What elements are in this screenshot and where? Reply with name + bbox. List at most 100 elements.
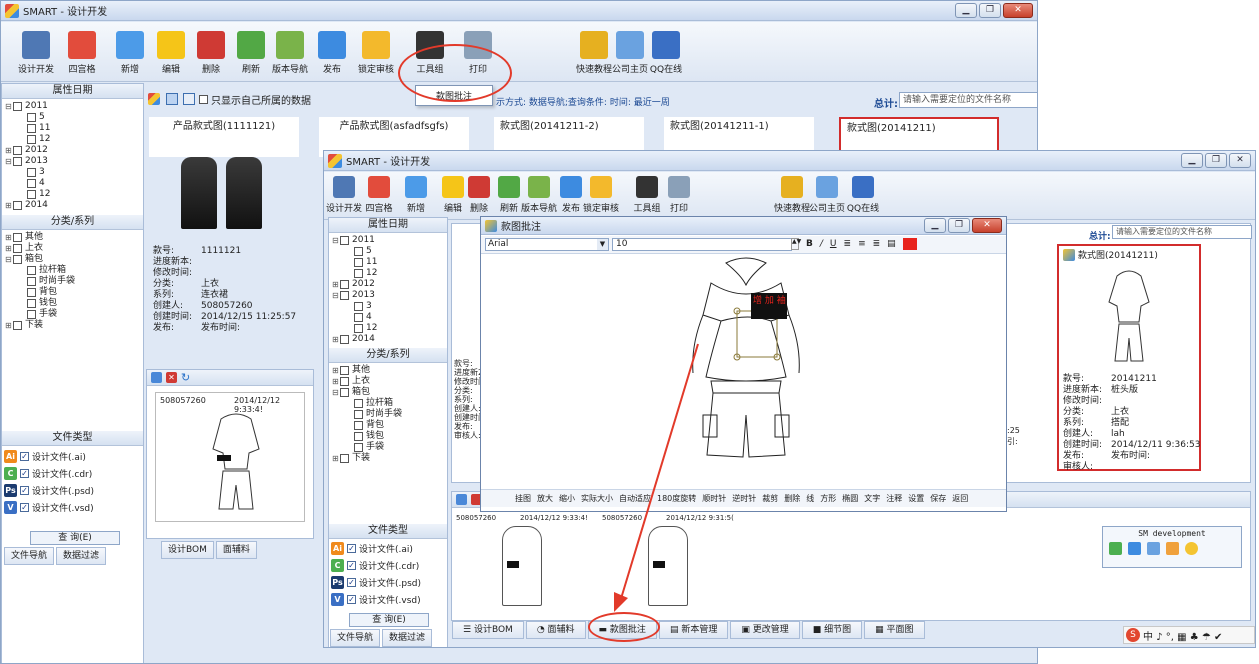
query-button[interactable]: 查 询(E) xyxy=(30,531,120,545)
tree-checkbox[interactable] xyxy=(354,247,363,256)
toolbar-button[interactable]: 锁定审核 xyxy=(351,31,401,75)
bottom-tab[interactable]: ◔ 面辅料 xyxy=(525,621,586,639)
date-tree[interactable]: ⊟ 2011 5 11 12 ⊞ 2012 ⊟ 2013 3 4 12 ⊞ 2014 xyxy=(2,99,143,213)
tree-item[interactable]: 钱包 xyxy=(332,431,444,442)
dialog-tool-button[interactable]: 保存 xyxy=(930,493,946,504)
tree-checkbox[interactable] xyxy=(340,280,349,289)
dialog-tool-button[interactable]: 裁剪 xyxy=(762,493,778,504)
tree-item[interactable]: 时尚手袋 xyxy=(332,409,444,420)
align-center-icon[interactable]: ≡ xyxy=(858,239,866,249)
toolbar-button[interactable]: QQ在线 xyxy=(838,176,888,214)
tree-item[interactable]: 4 xyxy=(5,178,140,189)
tree-checkbox[interactable] xyxy=(27,124,36,133)
expander-icon[interactable]: ⊟ xyxy=(332,235,340,246)
dialog-tool-button[interactable]: 返回 xyxy=(952,493,968,504)
dialog-tool-button[interactable]: 逆时针 xyxy=(732,493,756,504)
tree-checkbox[interactable] xyxy=(13,201,22,210)
align-left-icon[interactable]: ≣ xyxy=(844,239,852,249)
check-icon[interactable] xyxy=(1128,542,1141,555)
document-icon[interactable] xyxy=(1166,542,1179,555)
tab-data-filter[interactable]: 数据过滤 xyxy=(382,629,433,647)
add-annotation-icon[interactable] xyxy=(151,372,162,383)
tree-checkbox[interactable] xyxy=(340,335,349,344)
filetype-item[interactable]: V ✓ 设计文件(.vsd) xyxy=(331,591,447,608)
font-name-select[interactable]: Arial ▼ xyxy=(485,238,609,251)
close-button[interactable]: ✕ xyxy=(1229,153,1251,168)
tree-checkbox[interactable] xyxy=(13,233,22,242)
filetype-checkbox[interactable]: ✓ xyxy=(347,561,356,570)
bottom-tab[interactable]: ☰ 设计BOM xyxy=(452,621,524,639)
bottom-tab[interactable]: ■ 细节图 xyxy=(801,621,863,639)
tree-item[interactable]: ⊟ 2011 xyxy=(332,235,444,246)
tree-checkbox[interactable] xyxy=(354,258,363,267)
tree-item[interactable]: 5 xyxy=(332,246,444,257)
search-input[interactable]: 请输入需要定位的文件名称 xyxy=(899,92,1037,108)
home-icon[interactable] xyxy=(1147,542,1160,555)
expander-icon[interactable]: ⊟ xyxy=(5,156,13,167)
tree-checkbox[interactable] xyxy=(354,443,363,452)
tree-checkbox[interactable] xyxy=(13,321,22,330)
annotation-thumb[interactable]: 508057260 2014/12/12 9:33:4! xyxy=(155,392,305,522)
tree-checkbox[interactable] xyxy=(354,421,363,430)
tree-item[interactable]: ⊞ 2012 xyxy=(5,145,140,156)
filetype-checkbox[interactable]: ✓ xyxy=(347,544,356,553)
tree-checkbox[interactable] xyxy=(354,399,363,408)
annotation-text[interactable]: 增 加 袖 xyxy=(753,295,787,307)
own-data-filter[interactable]: 只显示自己所属的数据 xyxy=(199,92,311,107)
tree-item[interactable]: 11 xyxy=(5,123,140,134)
filetype-item[interactable]: Ps ✓ 设计文件(.psd) xyxy=(331,574,447,591)
tree-item[interactable]: ⊟ 2011 xyxy=(5,101,140,112)
filetype-checkbox[interactable]: ✓ xyxy=(347,578,356,587)
tree-item[interactable]: ⊟ 箱包 xyxy=(5,254,140,265)
ime-bar[interactable]: S 中 ♪ °, ▦ ♣ ☂ ✔ xyxy=(1123,626,1255,644)
font-size-spinner[interactable]: ▲▼ xyxy=(791,238,801,250)
view-detail-icon[interactable] xyxy=(183,93,195,105)
underline-button[interactable]: U xyxy=(830,239,837,249)
maximize-button[interactable]: ❐ xyxy=(948,218,970,233)
tree-item[interactable]: 手袋 xyxy=(5,309,140,320)
refresh-icon[interactable]: ↻ xyxy=(181,372,190,383)
toolbar-button[interactable]: 打印 xyxy=(654,176,704,214)
italic-button[interactable]: / xyxy=(820,239,823,249)
tree-item[interactable]: 12 xyxy=(332,323,444,334)
tree-item[interactable]: 5 xyxy=(5,112,140,123)
tree-checkbox[interactable] xyxy=(27,168,36,177)
tree-item[interactable]: 拉杆箱 xyxy=(332,398,444,409)
bottom-tab[interactable]: ▦ 平面图 xyxy=(864,621,925,639)
tree-item[interactable]: ⊟ 2013 xyxy=(332,290,444,301)
expander-icon[interactable]: ⊟ xyxy=(5,101,13,112)
tree-item[interactable]: 12 xyxy=(5,189,140,200)
tree-checkbox[interactable] xyxy=(27,266,36,275)
tree-checkbox[interactable] xyxy=(340,454,349,463)
minimize-button[interactable]: ▁ xyxy=(955,3,977,18)
tree-checkbox[interactable] xyxy=(340,291,349,300)
filetype-checkbox[interactable]: ✓ xyxy=(20,452,29,461)
expander-icon[interactable]: ⊞ xyxy=(332,453,340,464)
category-tree[interactable]: ⊞ 其他 ⊞ 上衣 ⊟ 箱包 拉杆箱 时尚手袋 背包 钱包 手袋 ⊞ 下装 xyxy=(2,230,143,333)
expander-icon[interactable]: ⊞ xyxy=(5,145,13,156)
tab-file-nav[interactable]: 文件导航 xyxy=(4,547,55,565)
status-icon-1[interactable] xyxy=(1109,542,1122,555)
expander-icon[interactable]: ⊞ xyxy=(332,376,340,387)
toolbar-button[interactable]: QQ在线 xyxy=(641,31,691,75)
tree-checkbox[interactable] xyxy=(354,313,363,322)
tree-checkbox[interactable] xyxy=(27,179,36,188)
tree-item[interactable]: 时尚手袋 xyxy=(5,276,140,287)
maximize-button[interactable]: ❐ xyxy=(1205,153,1227,168)
toolbar-button[interactable]: 四宫格 xyxy=(57,31,107,75)
justify-icon[interactable]: ▤ xyxy=(887,239,896,249)
dialog-tool-button[interactable]: 删除 xyxy=(784,493,800,504)
tree-checkbox[interactable] xyxy=(340,377,349,386)
tree-checkbox[interactable] xyxy=(27,299,36,308)
tree-item[interactable]: ⊞ 其他 xyxy=(332,365,444,376)
tree-checkbox[interactable] xyxy=(340,366,349,375)
delete-annotation-icon[interactable]: ✕ xyxy=(166,372,177,383)
dialog-tool-button[interactable]: 椭圆 xyxy=(842,493,858,504)
maximize-button[interactable]: ❐ xyxy=(979,3,1001,18)
tree-item[interactable]: ⊞ 上衣 xyxy=(5,243,140,254)
dialog-tool-button[interactable]: 设置 xyxy=(908,493,924,504)
dialog-tool-button[interactable]: 缩小 xyxy=(559,493,575,504)
expander-icon[interactable]: ⊞ xyxy=(332,334,340,345)
tree-checkbox[interactable] xyxy=(13,146,22,155)
expander-icon[interactable]: ⊞ xyxy=(332,279,340,290)
